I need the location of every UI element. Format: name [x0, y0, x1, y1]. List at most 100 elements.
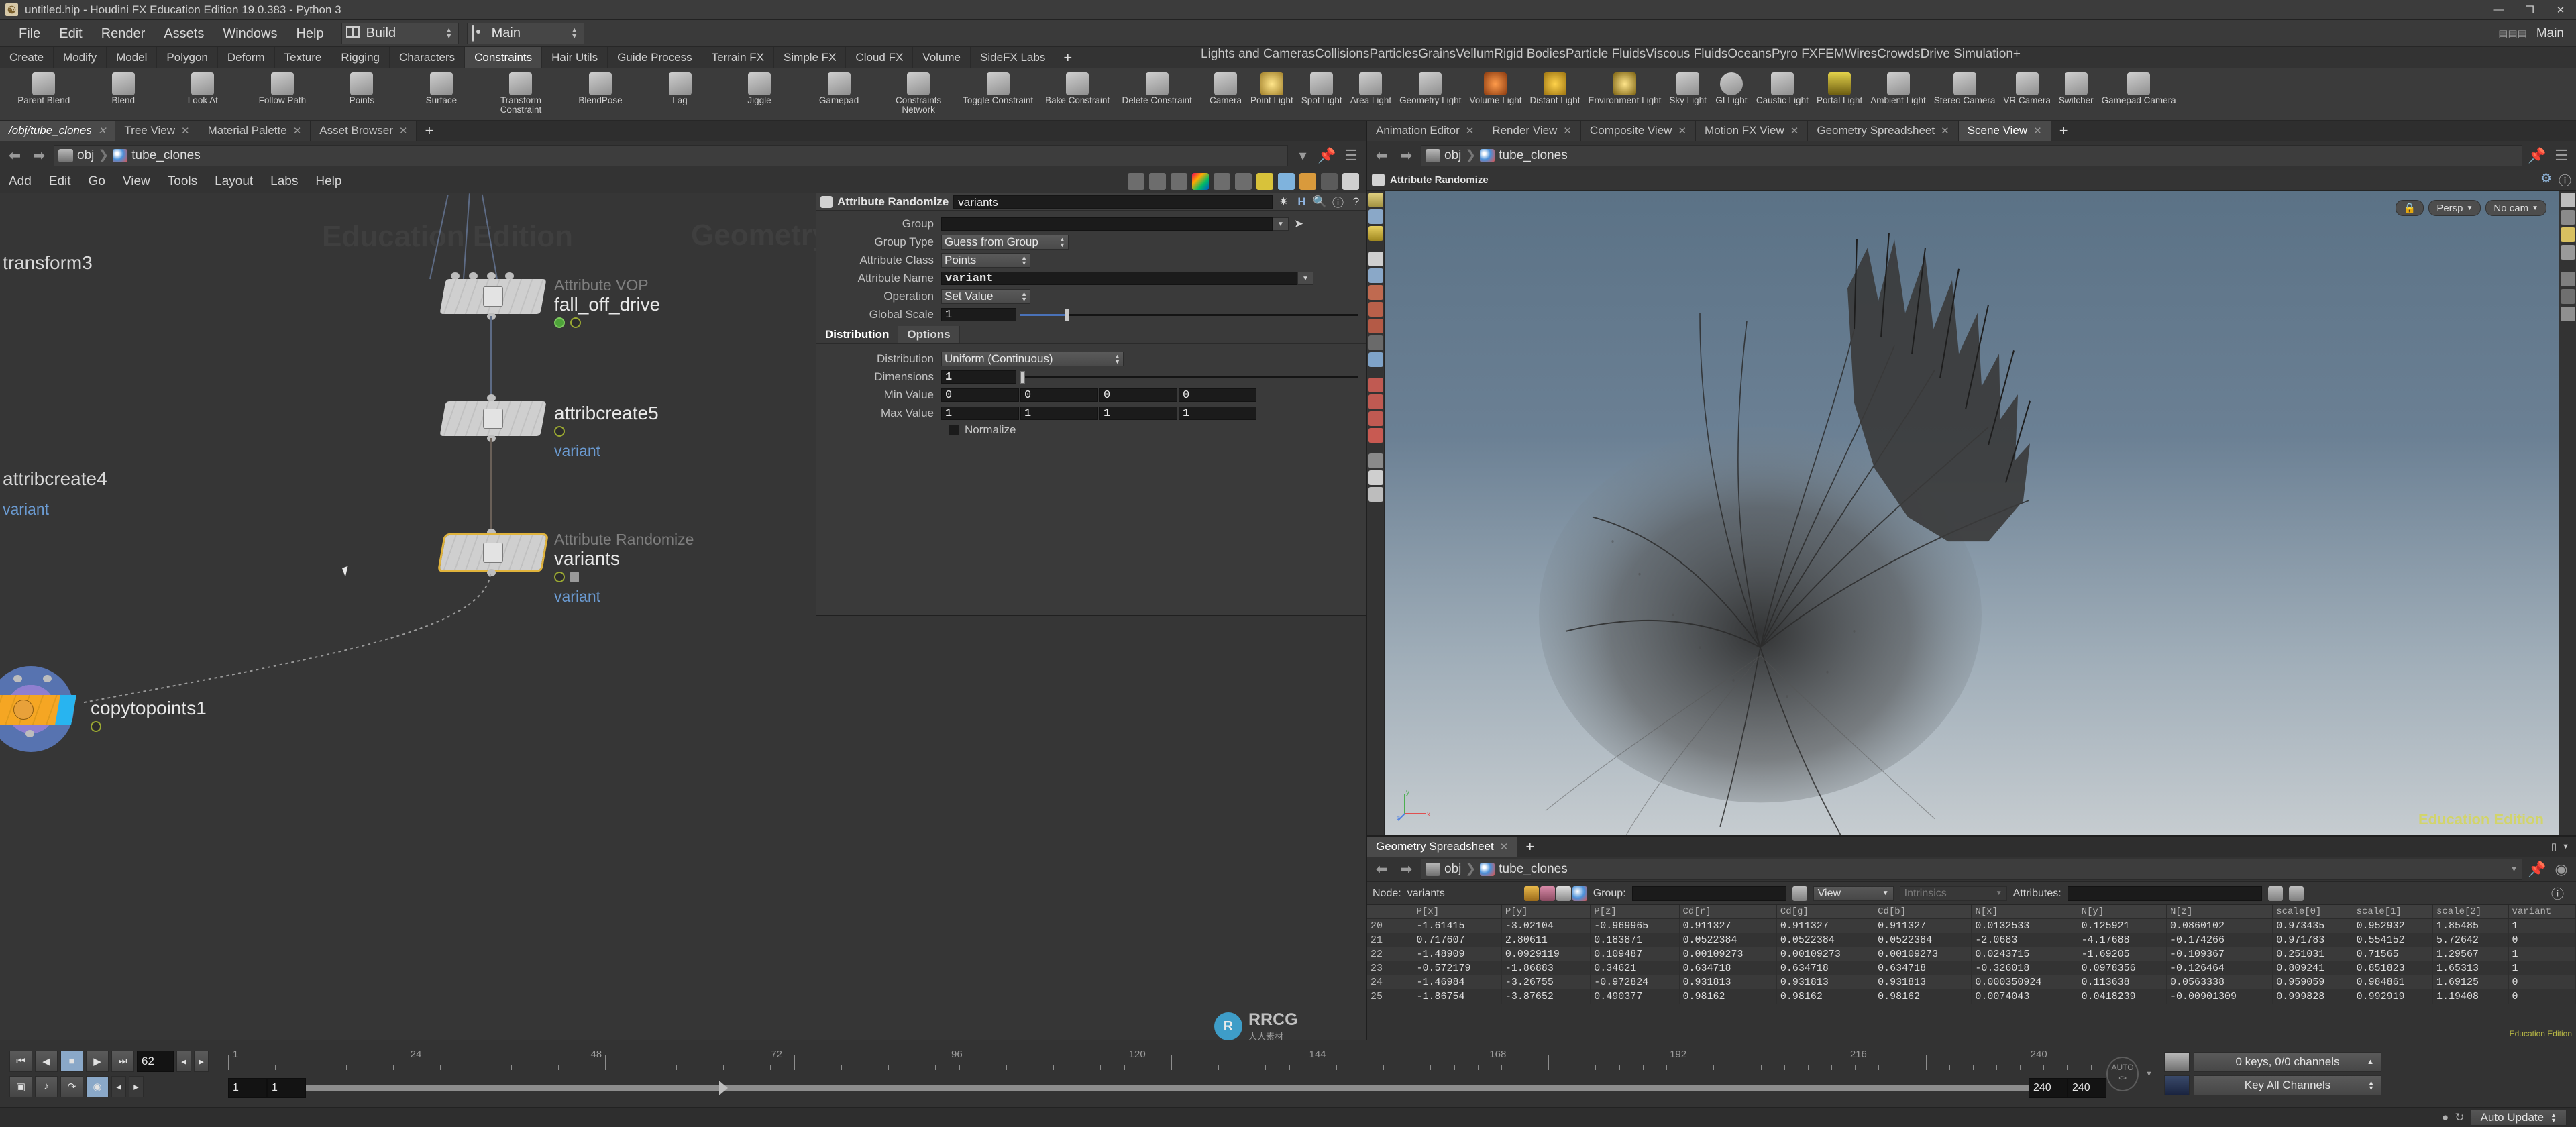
auto-update-button[interactable]: Auto Update ▲ ▼: [2470, 1109, 2567, 1126]
cell-nz[interactable]: -0.126464: [2166, 961, 2273, 975]
pane-tab-material-palette[interactable]: Material Palette ✕: [199, 121, 311, 141]
param-input-min-2[interactable]: 0: [1099, 388, 1177, 402]
viewport-lock-button[interactable]: 🔒: [2395, 200, 2424, 216]
view-tool-icon[interactable]: [1368, 352, 1383, 367]
table-row[interactable]: 24 -1.46984 -3.26755 -0.972824 0.931813 …: [1367, 975, 2576, 989]
cell-ny[interactable]: 0.125921: [2078, 918, 2167, 933]
cell-scale1[interactable]: 0.71565: [2353, 947, 2434, 961]
cell-nx[interactable]: 0.0243715: [1971, 947, 2078, 961]
node-input-port[interactable]: [43, 675, 52, 682]
primitives-class-icon[interactable]: [1556, 885, 1571, 901]
key-mode-button[interactable]: Key All Channels ▲ ▼: [2194, 1075, 2381, 1095]
minimize-button[interactable]: —: [2483, 0, 2514, 20]
shelf-tool-point-light[interactable]: Point Light: [1246, 71, 1297, 105]
shelf-tab-volume[interactable]: Volume: [913, 47, 971, 68]
table-row[interactable]: 21 0.717607 2.80611 0.183871 0.0522384 0…: [1367, 933, 2576, 947]
group-input[interactable]: [1631, 885, 1786, 901]
spreadsheet-path-field[interactable]: obj ❯ tube_clones ▼: [1421, 858, 2522, 880]
shelf-tab-simple-fx[interactable]: Simple FX: [774, 47, 847, 68]
range-start-button[interactable]: ◂: [111, 1075, 126, 1097]
col-scale1[interactable]: scale[1]: [2353, 905, 2434, 919]
range-bar[interactable]: [306, 1081, 2029, 1095]
cell-nx[interactable]: 0.0132533: [1971, 918, 2078, 933]
shelf-tab-sidefx-labs[interactable]: SideFX Labs: [971, 47, 1056, 68]
back-arrow-icon[interactable]: ⬅: [5, 147, 24, 164]
cell-py[interactable]: -3.02104: [1501, 918, 1591, 933]
handles-icon[interactable]: ⚙: [2540, 171, 2552, 189]
viewport-camera-button[interactable]: No cam ▼: [2485, 200, 2546, 216]
channel-curve-icon[interactable]: [2164, 1075, 2190, 1095]
cell-pz[interactable]: 0.490377: [1590, 989, 1680, 1004]
cell-pz[interactable]: -0.969965: [1590, 918, 1680, 933]
cell-scale1[interactable]: 0.952932: [2353, 918, 2434, 933]
netmenu-tools[interactable]: Tools: [159, 170, 206, 193]
grid-icon[interactable]: [2560, 289, 2575, 304]
shelf-tool-lag[interactable]: Lag: [640, 71, 720, 105]
step-back-button[interactable]: ◀: [35, 1050, 58, 1072]
parameter-tab-options[interactable]: Options: [898, 326, 960, 343]
node-copytopoints1[interactable]: [0, 695, 76, 724]
cell-px[interactable]: -1.86754: [1413, 989, 1502, 1004]
cell-scale1[interactable]: 0.992919: [2353, 989, 2434, 1004]
node-name-label[interactable]: copytopoints1: [91, 698, 207, 718]
pane-tab-composite-view[interactable]: Composite View ✕: [1580, 121, 1697, 141]
pane-tab-render-view[interactable]: Render View ✕: [1483, 121, 1581, 141]
range-end2-field[interactable]: 240: [2068, 1077, 2106, 1098]
col-nx[interactable]: N[x]: [1971, 905, 2078, 919]
info-icon[interactable]: ⓘ: [1332, 195, 1344, 209]
menu-render[interactable]: Render: [92, 20, 155, 47]
next-key-button[interactable]: ▸: [194, 1050, 209, 1072]
select-mode-dynamics-icon[interactable]: [1368, 226, 1383, 241]
shelf-tool-look-at[interactable]: Look At: [163, 71, 243, 105]
shelf-tool-delete-constraint[interactable]: Delete Constraint: [1117, 71, 1197, 105]
shelf-tool-gamepad[interactable]: Gamepad: [799, 71, 879, 105]
shading-mode-icon[interactable]: [2560, 210, 2575, 225]
shelf-tool-volume-light[interactable]: Volume Light: [1465, 71, 1525, 105]
shelf-tool-constraints-network[interactable]: Constraints Network: [879, 71, 959, 115]
cell-ny[interactable]: 0.0418239: [2078, 989, 2167, 1004]
viewer-path-field[interactable]: obj ❯ tube_clones: [1421, 144, 2522, 166]
cell-nz[interactable]: 0.0563338: [2166, 975, 2273, 989]
slider-knob[interactable]: [1064, 308, 1069, 321]
pane-tab-obj-tube-clones[interactable]: /obj/tube_clones ✕: [0, 121, 116, 141]
cell-scale0[interactable]: 0.809241: [2272, 961, 2353, 975]
cell-cdb[interactable]: 0.0522384: [1874, 933, 1972, 947]
menu-assets[interactable]: Assets: [154, 20, 213, 47]
shelf-tool-toggle-constraint[interactable]: Toggle Constraint: [958, 71, 1038, 105]
node-flags[interactable]: [91, 721, 207, 732]
back-arrow-icon[interactable]: ⬅: [1373, 861, 1391, 878]
pane-tab-scene-view[interactable]: Scene View ✕: [1958, 121, 2051, 141]
netmenu-labs[interactable]: Labs: [262, 170, 307, 193]
realtime-mode-icon[interactable]: ◉: [86, 1075, 109, 1097]
cell-scale1[interactable]: 0.554152: [2353, 933, 2434, 947]
forward-arrow-icon[interactable]: ➡: [1397, 861, 1415, 878]
menu-help[interactable]: Help: [286, 20, 333, 47]
audio-mode-icon[interactable]: ♪: [35, 1075, 58, 1097]
pin-icon[interactable]: 📌: [2528, 861, 2546, 878]
search-icon[interactable]: 🔍: [1313, 195, 1327, 208]
shape-palette-icon[interactable]: [1214, 173, 1230, 190]
snapshot-icon[interactable]: [2560, 307, 2575, 321]
node-attribcreate5[interactable]: [439, 401, 547, 436]
attributes-picker-icon[interactable]: [2267, 885, 2283, 901]
parameter-pane[interactable]: Attribute Randomize variants ✷ H 🔍 ⓘ ? G…: [816, 193, 1367, 616]
shelf-tool-gi-light[interactable]: GI Light: [1711, 71, 1752, 105]
shelf-tool-ambient-light[interactable]: Ambient Light: [1866, 71, 1930, 105]
time-dependent-flag-icon[interactable]: [570, 317, 581, 328]
cell-cdr[interactable]: 0.931813: [1679, 975, 1777, 989]
add-pane-tab-button[interactable]: +: [417, 121, 441, 141]
viewport-canvas[interactable]: 🔒 Persp ▼ No cam ▼ y x z Education Edition: [1385, 191, 2559, 835]
pane-menu-icon[interactable]: ▼: [2562, 843, 2569, 851]
shelf-tool-parent-blend[interactable]: Parent Blend: [4, 71, 84, 105]
parameter-node-name-field[interactable]: variants: [953, 195, 1273, 209]
shelf-tab-create[interactable]: Create: [0, 47, 54, 68]
forward-arrow-icon[interactable]: ➡: [1397, 147, 1415, 164]
cell-scale0[interactable]: 0.999828: [2272, 989, 2353, 1004]
cook-status-icon[interactable]: ●: [2442, 1111, 2449, 1124]
viewport-view-mode-button[interactable]: Persp ▼: [2428, 200, 2481, 216]
col-nz[interactable]: N[z]: [2166, 905, 2273, 919]
timeline[interactable]: 1 24 48 72 96 120 144 168 192 216 240 1 …: [228, 1040, 2106, 1107]
cell-nz[interactable]: -0.109367: [2166, 947, 2273, 961]
gear-icon[interactable]: ✷: [1277, 195, 1290, 208]
snap-primitive-icon[interactable]: [1368, 394, 1383, 409]
